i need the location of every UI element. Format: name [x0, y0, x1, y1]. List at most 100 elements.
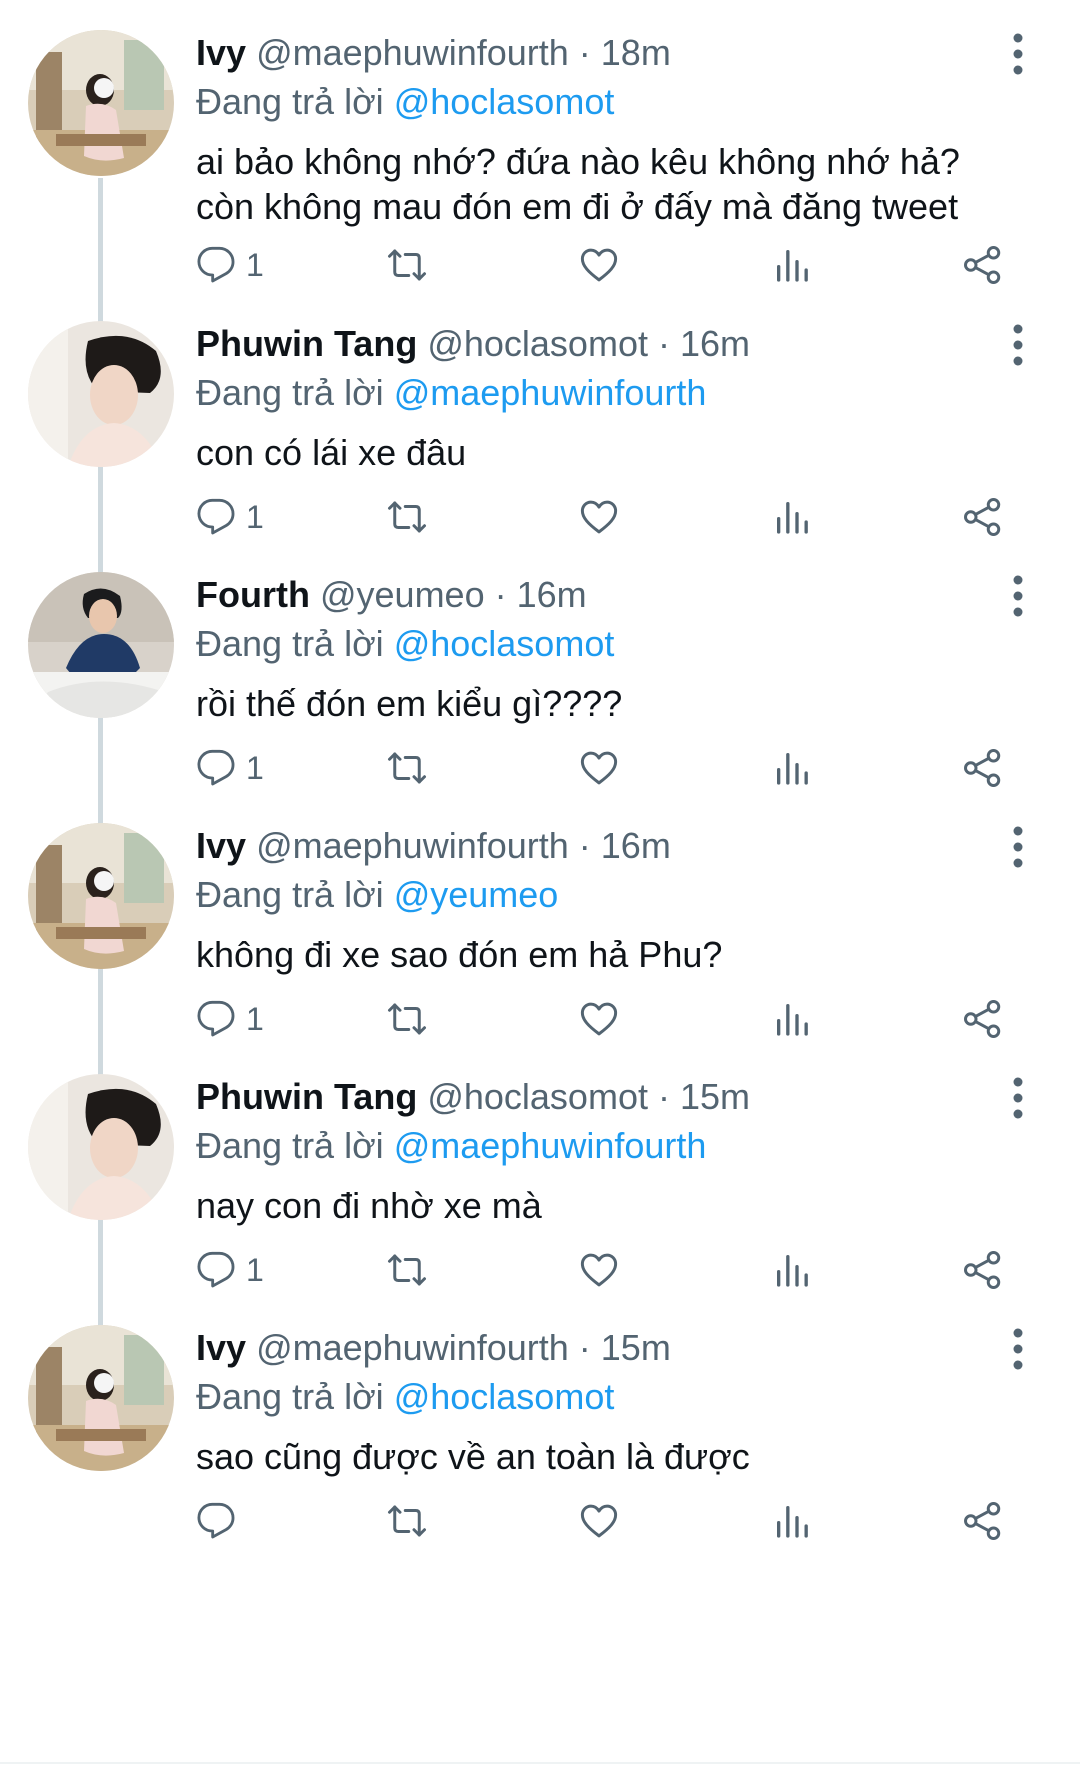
- reply-mention-link[interactable]: @maephuwinfourth: [394, 372, 707, 413]
- share-button[interactable]: [962, 1496, 1004, 1546]
- tweet-time[interactable]: · 16m: [658, 323, 750, 364]
- author-handle[interactable]: @maephuwinfourth: [256, 1327, 569, 1368]
- tweet-time[interactable]: · 16m: [579, 825, 671, 866]
- retweet-button[interactable]: [386, 492, 428, 542]
- heart-icon: [580, 1002, 618, 1036]
- author-handle[interactable]: @maephuwinfourth: [256, 825, 569, 866]
- author-name[interactable]: Phuwin Tang: [196, 323, 417, 364]
- tweet[interactable]: Ivy @maephuwinfourth · 18m Đang trả lời …: [0, 0, 1080, 284]
- replying-to-label: Đang trả lời: [196, 1376, 384, 1417]
- views-icon: [777, 250, 808, 282]
- avatar[interactable]: [28, 30, 174, 176]
- replying-to-label: Đang trả lời: [196, 81, 384, 122]
- tweet-time[interactable]: · 15m: [579, 1327, 671, 1368]
- like-button[interactable]: [578, 492, 620, 542]
- reply-button[interactable]: 1: [196, 994, 264, 1044]
- more-options-button[interactable]: [998, 28, 1038, 80]
- tweet-header: Phuwin Tang @hoclasomot · 16m: [196, 321, 750, 367]
- share-button[interactable]: [962, 240, 1004, 290]
- retweet-button[interactable]: [386, 1245, 428, 1295]
- share-button[interactable]: [962, 994, 1004, 1044]
- tweet-actions: 1: [196, 743, 1036, 793]
- share-button[interactable]: [962, 492, 1004, 542]
- views-button[interactable]: [772, 1496, 812, 1546]
- tweet[interactable]: Ivy @maephuwinfourth · 15m Đang trả lời …: [0, 1295, 1080, 1577]
- author-name[interactable]: Fourth: [196, 574, 310, 615]
- like-button[interactable]: [578, 743, 620, 793]
- tweet[interactable]: Phuwin Tang @hoclasomot · 15m Đang trả l…: [0, 1044, 1080, 1326]
- author-handle[interactable]: @maephuwinfourth: [256, 32, 569, 73]
- more-vertical-icon: [1013, 1328, 1023, 1370]
- author-name[interactable]: Ivy: [196, 32, 246, 73]
- tweet-time[interactable]: · 18m: [579, 32, 671, 73]
- tweet-header: Fourth @yeumeo · 16m: [196, 572, 587, 618]
- reply-thread: Ivy @maephuwinfourth · 18m Đang trả lời …: [0, 0, 1080, 1775]
- share-button[interactable]: [962, 1245, 1004, 1295]
- retweet-icon: [388, 249, 426, 281]
- reply-button[interactable]: 1: [196, 1245, 264, 1295]
- reply-button[interactable]: 1: [196, 492, 264, 542]
- author-handle[interactable]: @hoclasomot: [427, 323, 648, 364]
- share-icon: [964, 1251, 1001, 1289]
- tweet[interactable]: Phuwin Tang @hoclasomot · 16m Đang trả l…: [0, 291, 1080, 573]
- retweet-button[interactable]: [386, 994, 428, 1044]
- views-button[interactable]: [772, 240, 812, 290]
- reply-button[interactable]: 1: [196, 743, 264, 793]
- avatar[interactable]: [28, 1325, 174, 1471]
- reply-icon: [197, 246, 235, 283]
- views-button[interactable]: [772, 1245, 812, 1295]
- more-vertical-icon: [1013, 826, 1023, 868]
- tweet-actions: [196, 1496, 1036, 1546]
- more-options-button[interactable]: [998, 1323, 1038, 1375]
- views-button[interactable]: [772, 743, 812, 793]
- avatar[interactable]: [28, 1074, 174, 1220]
- retweet-icon: [388, 1505, 426, 1537]
- avatar[interactable]: [28, 321, 174, 467]
- avatar[interactable]: [28, 572, 174, 718]
- reply-icon: [197, 1502, 235, 1539]
- tweet-header: Ivy @maephuwinfourth · 15m: [196, 1325, 671, 1371]
- reply-mention-link[interactable]: @hoclasomot: [394, 1376, 615, 1417]
- replying-to: Đang trả lời @hoclasomot: [196, 79, 614, 125]
- retweet-icon: [388, 752, 426, 784]
- reply-mention-link[interactable]: @maephuwinfourth: [394, 1125, 707, 1166]
- reply-mention-link[interactable]: @hoclasomot: [394, 623, 615, 664]
- reply-mention-link[interactable]: @hoclasomot: [394, 81, 615, 122]
- retweet-button[interactable]: [386, 240, 428, 290]
- more-options-button[interactable]: [998, 570, 1038, 622]
- like-button[interactable]: [578, 1245, 620, 1295]
- tweet-time[interactable]: · 16m: [495, 574, 587, 615]
- more-options-button[interactable]: [998, 319, 1038, 371]
- avatar[interactable]: [28, 823, 174, 969]
- more-options-button[interactable]: [998, 1072, 1038, 1124]
- tweet-time[interactable]: · 15m: [658, 1076, 750, 1117]
- reply-mention-link[interactable]: @yeumeo: [394, 874, 559, 915]
- reply-button[interactable]: 1: [196, 240, 264, 290]
- like-button[interactable]: [578, 994, 620, 1044]
- reply-icon: [197, 749, 235, 786]
- reply-icon: [197, 1251, 235, 1288]
- retweet-button[interactable]: [386, 1496, 428, 1546]
- author-name[interactable]: Phuwin Tang: [196, 1076, 417, 1117]
- more-options-button[interactable]: [998, 821, 1038, 873]
- author-handle[interactable]: @hoclasomot: [427, 1076, 648, 1117]
- retweet-button[interactable]: [386, 743, 428, 793]
- like-button[interactable]: [578, 240, 620, 290]
- tweet-text-line: sao cũng được về an toàn là được: [196, 1436, 750, 1477]
- author-name[interactable]: Ivy: [196, 825, 246, 866]
- author-handle[interactable]: @yeumeo: [320, 574, 485, 615]
- more-vertical-icon: [1013, 324, 1023, 366]
- tweet[interactable]: Ivy @maephuwinfourth · 16m Đang trả lời …: [0, 793, 1080, 1075]
- tweet-text: rồi thế đón em kiểu gì????: [196, 681, 1046, 726]
- views-button[interactable]: [772, 994, 812, 1044]
- tweet-header: Phuwin Tang @hoclasomot · 15m: [196, 1074, 750, 1120]
- share-button[interactable]: [962, 743, 1004, 793]
- tweet-text: ai bảo không nhớ? đứa nào kêu không nhớ …: [196, 139, 1046, 229]
- author-name[interactable]: Ivy: [196, 1327, 246, 1368]
- tweet-text-line: không đi xe sao đón em hả Phu?: [196, 934, 723, 975]
- replying-to-label: Đang trả lời: [196, 1125, 384, 1166]
- views-button[interactable]: [772, 492, 812, 542]
- tweet[interactable]: Fourth @yeumeo · 16m Đang trả lời @hocla…: [0, 542, 1080, 824]
- like-button[interactable]: [578, 1496, 620, 1546]
- reply-button[interactable]: [196, 1496, 246, 1546]
